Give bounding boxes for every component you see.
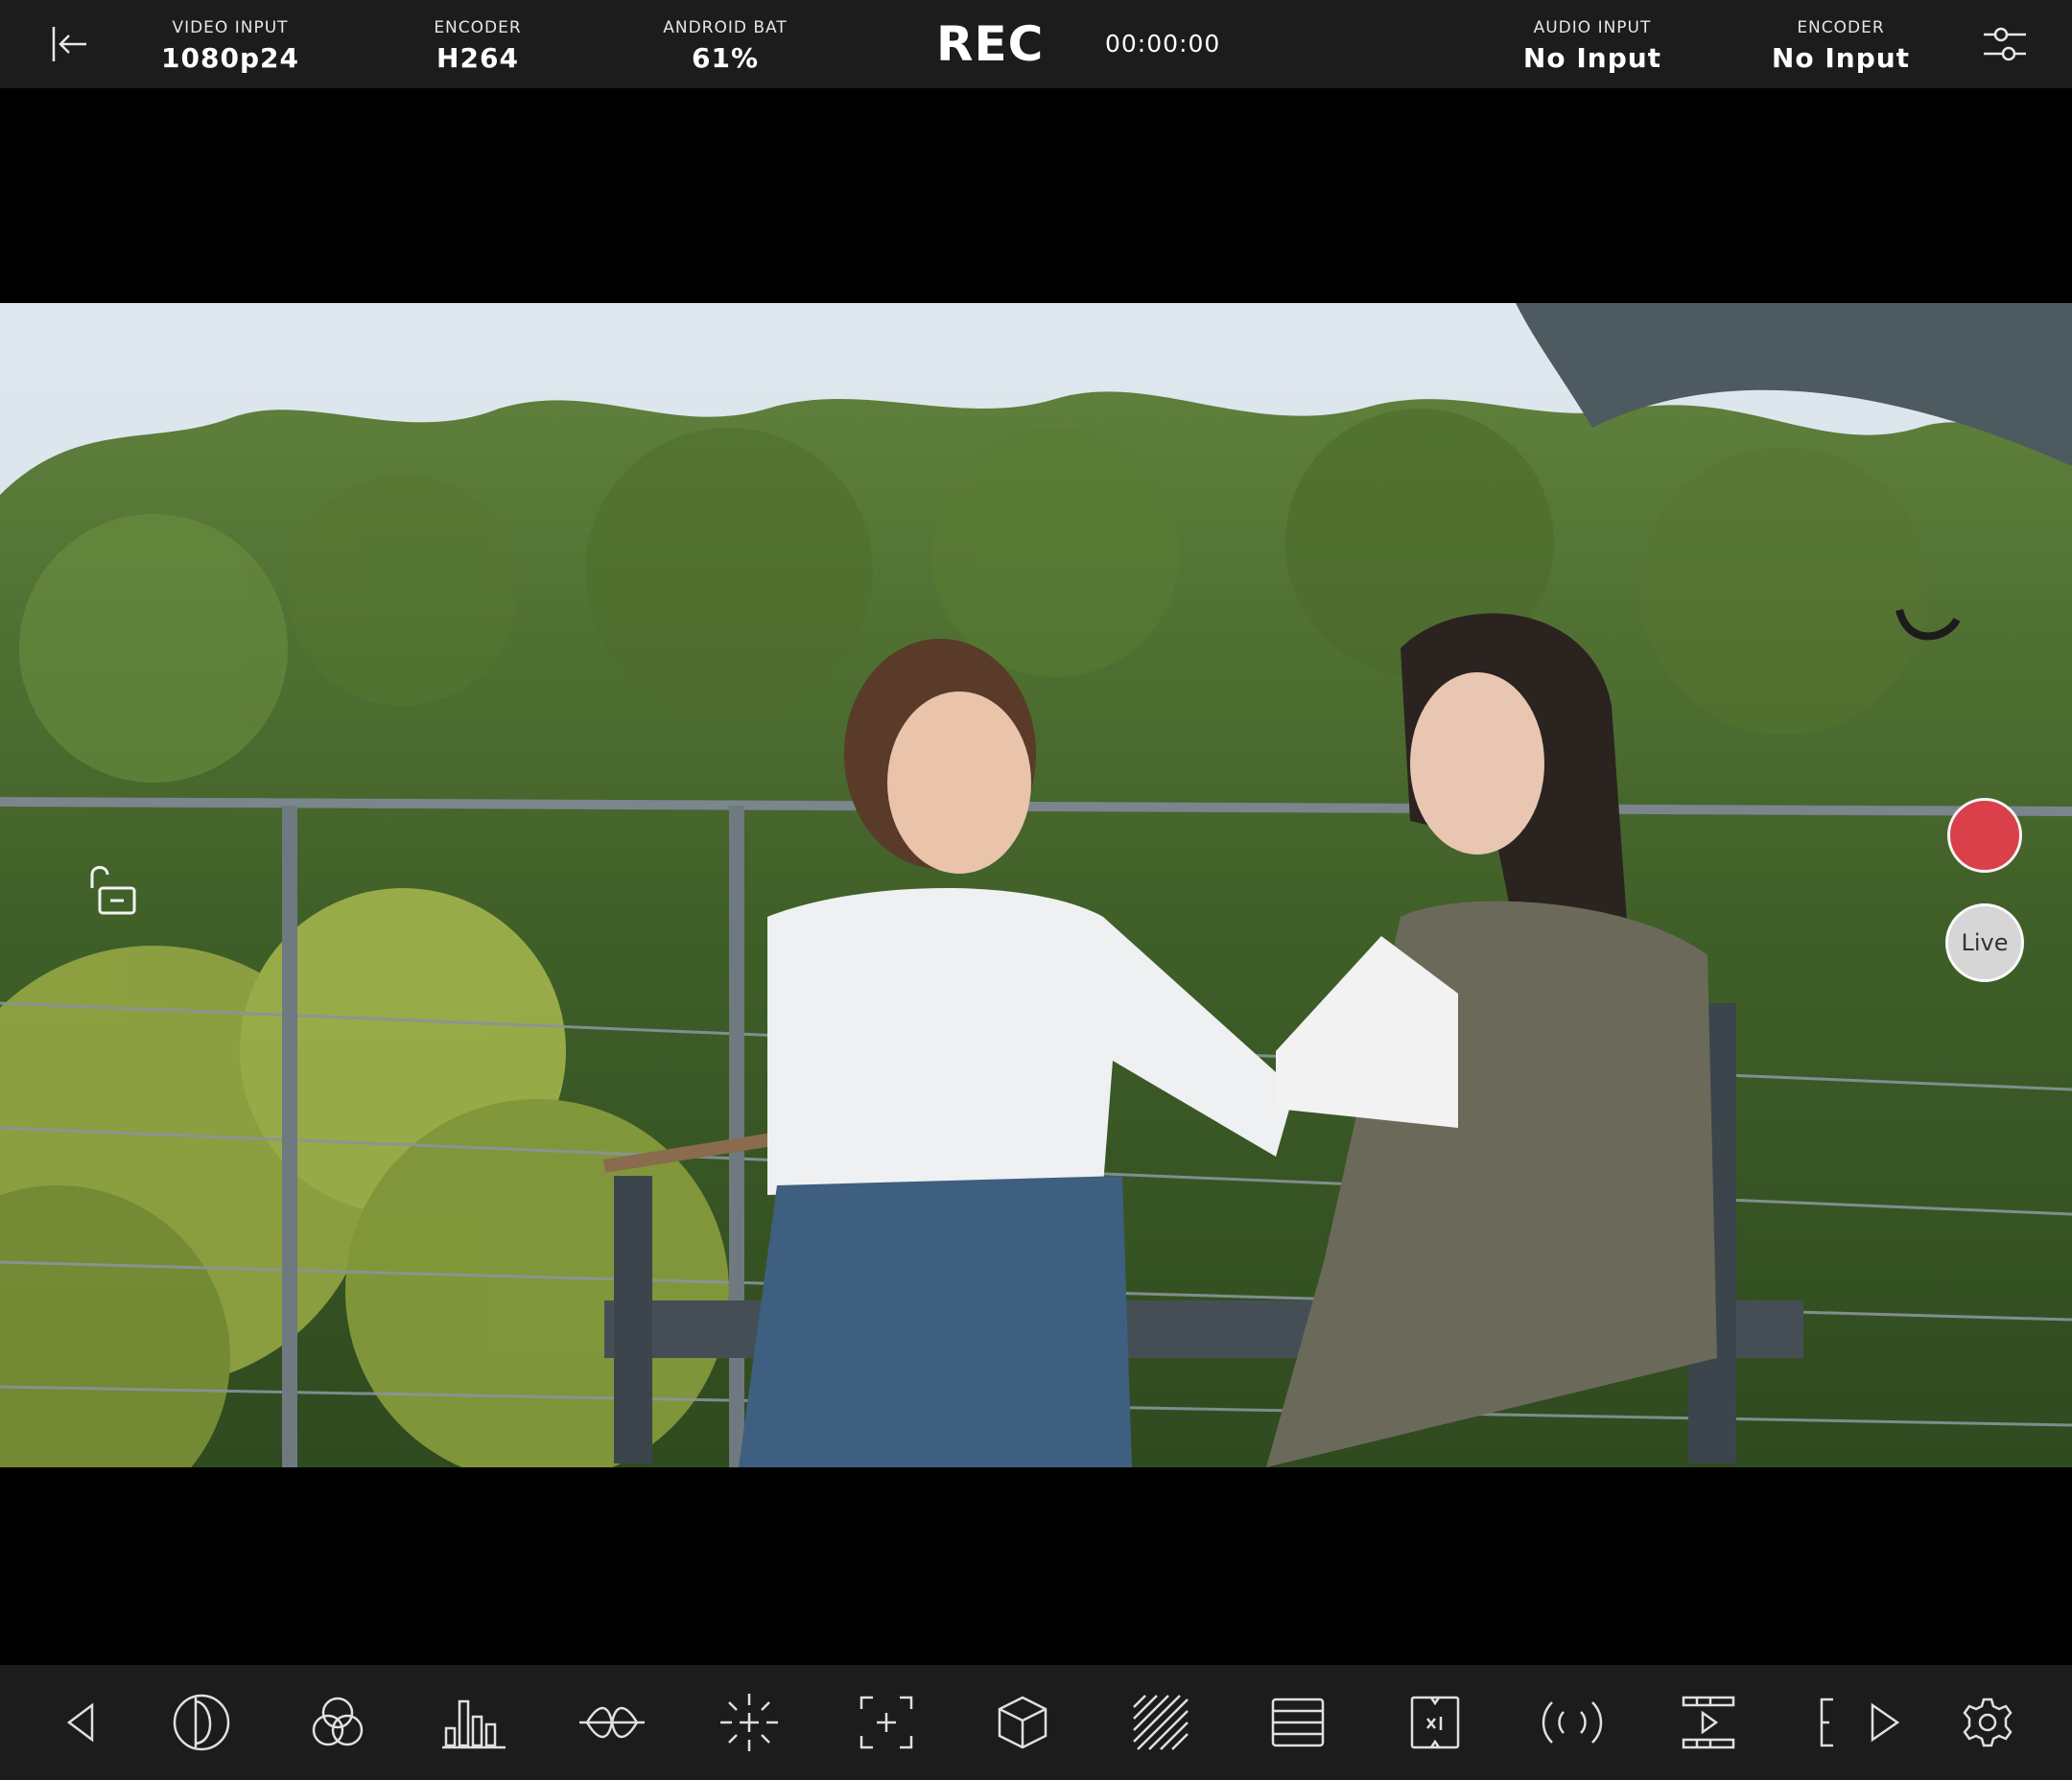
anamorphic-x1-icon[interactable]	[1399, 1686, 1472, 1759]
histogram-icon[interactable]	[437, 1686, 510, 1759]
unlock-icon[interactable]	[82, 861, 140, 919]
playback-icon[interactable]	[1672, 1686, 1745, 1759]
exit-arrow-icon[interactable]	[46, 21, 92, 67]
live-button[interactable]: Live	[1945, 903, 2024, 982]
chevron-left-icon[interactable]	[44, 1686, 117, 1759]
audio-encoder-status[interactable]: ENCODER No Input	[1726, 17, 1956, 79]
record-button[interactable]	[1947, 798, 2022, 873]
false-color-icon[interactable]	[165, 1686, 238, 1759]
zebra-icon[interactable]	[1124, 1686, 1197, 1759]
battery-label: ANDROID BAT	[663, 18, 788, 37]
rec-label: REC	[936, 16, 1045, 72]
audio-input-value: No Input	[1522, 42, 1662, 74]
bottom-toolbar	[0, 1665, 2072, 1780]
video-input-status[interactable]: VIDEO INPUT 1080p24	[115, 17, 345, 79]
sliders-icon[interactable]	[1980, 19, 2030, 69]
video-input-value: 1080p24	[161, 42, 299, 74]
peaking-icon[interactable]	[713, 1686, 786, 1759]
play-icon[interactable]	[1848, 1686, 1920, 1759]
waveform-icon[interactable]	[576, 1686, 648, 1759]
lut-cube-icon[interactable]	[986, 1686, 1059, 1759]
lines-icon[interactable]	[1261, 1686, 1334, 1759]
battery-value: 61%	[691, 42, 760, 74]
audio-wave-icon[interactable]	[1536, 1686, 1609, 1759]
audio-encoder-value: No Input	[1771, 42, 1911, 74]
video-encoder-value: H264	[436, 42, 519, 74]
battery-status: ANDROID BAT 61%	[610, 17, 840, 79]
video-encoder-label: ENCODER	[434, 18, 522, 37]
timecode: 00:00:00	[1105, 30, 1221, 58]
live-label: Live	[1961, 929, 2009, 956]
audio-input-label: AUDIO INPUT	[1533, 18, 1652, 37]
gear-icon[interactable]	[1951, 1686, 2024, 1759]
video-encoder-status[interactable]: ENCODER H264	[363, 17, 593, 79]
rgb-circles-icon[interactable]	[301, 1686, 374, 1759]
top-status-bar: VIDEO INPUT 1080p24 ENCODER H264 ANDROID…	[0, 0, 2072, 88]
focus-frame-icon[interactable]	[850, 1686, 923, 1759]
video-preview[interactable]: Live	[0, 303, 2072, 1467]
video-input-label: VIDEO INPUT	[172, 18, 289, 37]
audio-input-status[interactable]: AUDIO INPUT No Input	[1477, 17, 1707, 79]
audio-encoder-label: ENCODER	[1797, 18, 1885, 37]
